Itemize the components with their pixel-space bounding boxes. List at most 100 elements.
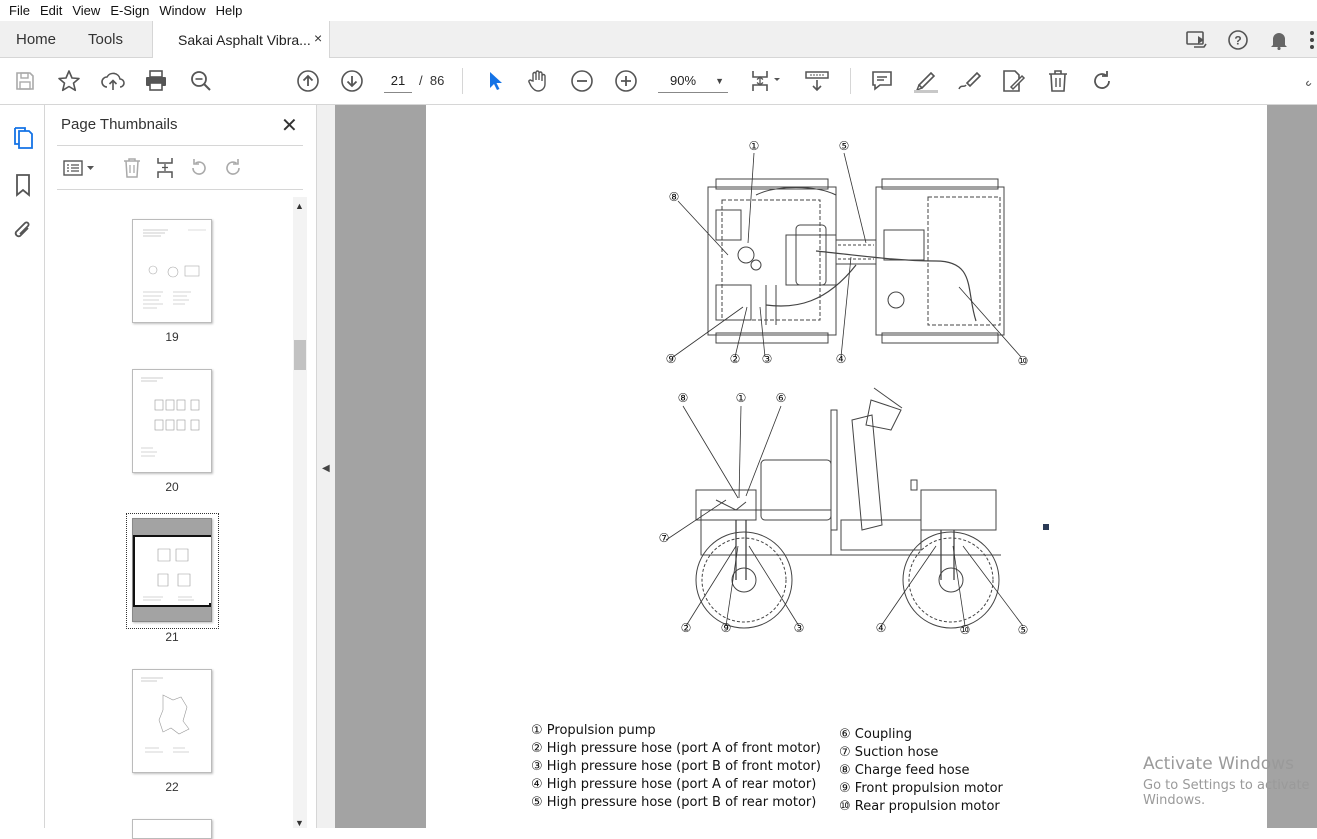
callout-label: ⑧ (669, 190, 680, 204)
tab-home[interactable]: Home (16, 31, 56, 48)
save-icon[interactable] (12, 68, 38, 94)
scroll-up-arrow-icon[interactable]: ▲ (295, 201, 304, 211)
callout-label: ② (681, 621, 692, 635)
tab-bar: Home Tools Sakai Asphalt Vibra... × ? (0, 21, 1317, 58)
upload-cloud-icon[interactable] (100, 68, 126, 94)
legend-item: ⑩ Rear propulsion motor (839, 799, 1000, 814)
legend-item: ⑧ Charge feed hose (839, 763, 970, 778)
notifications-bell-icon[interactable] (1266, 27, 1292, 53)
thumbnail-scrollbar[interactable]: ▲ ▼ (293, 197, 307, 828)
collapse-arrow-icon: ◀ (322, 463, 330, 474)
page-number-input[interactable]: 21 (384, 69, 412, 93)
scrollbar-thumb[interactable] (294, 340, 306, 370)
more-options-icon[interactable] (1307, 27, 1317, 53)
page-marker (1043, 524, 1049, 530)
page-fit-icon[interactable] (748, 68, 784, 94)
tab-document[interactable]: Sakai Asphalt Vibra... × (152, 21, 330, 58)
rotate-redo-icon[interactable] (1089, 68, 1115, 94)
scroll-down-arrow-icon[interactable]: ▼ (295, 818, 304, 828)
callout-label: ⑨ (721, 621, 732, 635)
panel-title: Page Thumbnails (61, 116, 178, 133)
delete-page-icon[interactable] (119, 155, 145, 181)
menu-help[interactable]: Help (211, 3, 248, 18)
callout-label: ③ (794, 621, 805, 635)
legend-item: ⑥ Coupling (839, 727, 913, 742)
panel-collapse-handle[interactable]: ◀ (317, 105, 335, 828)
header-right-icons: ? (1169, 27, 1317, 53)
attachments-paperclip-icon[interactable] (10, 218, 36, 244)
legend-item: ⑤ High pressure hose (port B of rear mot… (531, 795, 817, 810)
thumbnail-page-23[interactable] (132, 819, 212, 839)
callout-label: ⑩ (960, 623, 971, 637)
thumbnail-page-20[interactable] (132, 369, 212, 473)
callout-label: ③ (762, 352, 773, 366)
menu-window[interactable]: Window (154, 3, 210, 18)
page-thumbnails-icon[interactable] (10, 125, 36, 151)
thumbnail-page-21[interactable] (132, 518, 212, 622)
document-viewport[interactable]: ① ⑤ ⑧ ⑨ ② ③ ④ ⑩ ⑧ ① ⑥ ⑦ ② ⑨ ③ ④ ⑩ ⑤ ① Pr… (335, 105, 1317, 828)
callout-label: ⑤ (1018, 623, 1029, 637)
legend-item: ④ High pressure hose (port A of rear mot… (531, 777, 817, 792)
menu-file[interactable]: File (4, 3, 35, 18)
callout-label: ② (730, 352, 741, 366)
zoom-out-icon[interactable] (569, 68, 595, 94)
callout-label: ⑦ (659, 531, 670, 545)
callout-label: ① (749, 139, 760, 153)
share-screen-icon[interactable] (1184, 27, 1210, 53)
zoom-in-icon[interactable] (613, 68, 639, 94)
rotate-counterclockwise-icon[interactable] (186, 155, 212, 181)
select-pointer-icon[interactable] (482, 68, 508, 94)
left-navigation-rail (0, 105, 45, 828)
callout-label: ⑧ (678, 391, 689, 405)
previous-page-icon[interactable] (295, 68, 321, 94)
link-icon[interactable] (1305, 68, 1317, 94)
page-thumbnails-panel: Page Thumbnails ✕ 19 20 21 22 ▲ ▼ (45, 105, 317, 839)
document-page: ① ⑤ ⑧ ⑨ ② ③ ④ ⑩ ⑧ ① ⑥ ⑦ ② ⑨ ③ ④ ⑩ ⑤ ① Pr… (426, 105, 1267, 828)
callout-label: ① (736, 391, 747, 405)
insert-page-icon[interactable] (152, 155, 178, 181)
comment-icon[interactable] (869, 68, 895, 94)
rotate-clockwise-icon[interactable] (220, 155, 246, 181)
callout-label: ⑨ (666, 352, 677, 366)
delete-trash-icon[interactable] (1045, 68, 1071, 94)
hydraulic-top-view-diagram: ① ⑤ ⑧ ⑨ ② ③ ④ ⑩ (666, 139, 1029, 368)
legend-item: ② High pressure hose (port A of front mo… (531, 741, 821, 756)
total-pages: 86 (429, 73, 445, 88)
tab-tools[interactable]: Tools (88, 31, 123, 48)
highlight-pen-icon[interactable] (913, 68, 939, 94)
menu-view[interactable]: View (67, 3, 105, 18)
panel-divider (57, 189, 303, 190)
next-page-icon[interactable] (339, 68, 365, 94)
legend-item: ⑨ Front propulsion motor (839, 781, 1003, 796)
thumbnail-page-22[interactable] (132, 669, 212, 773)
svg-text:?: ? (1234, 34, 1241, 48)
edit-document-icon[interactable] (1001, 68, 1027, 94)
watermark-subtitle: Go to Settings to activate Windows. (1143, 778, 1310, 808)
bookmark-star-icon[interactable] (56, 68, 82, 94)
hydraulic-side-view-diagram: ⑧ ① ⑥ ⑦ ② ⑨ ③ ④ ⑩ ⑤ (659, 387, 1029, 637)
panel-divider (57, 145, 303, 146)
close-panel-button[interactable]: ✕ (281, 113, 298, 138)
find-zoom-icon[interactable] (188, 68, 214, 94)
help-icon[interactable]: ? (1225, 27, 1251, 53)
print-icon[interactable] (143, 68, 169, 94)
menu-esign[interactable]: E-Sign (105, 3, 154, 18)
scroll-mode-icon[interactable] (804, 68, 830, 94)
activate-windows-watermark: Activate Windows Go to Settings to activ… (1143, 754, 1317, 808)
legend-item: ① Propulsion pump (531, 723, 656, 738)
toolbar-divider (462, 68, 463, 94)
watermark-title: Activate Windows (1143, 754, 1294, 774)
thumbnail-options-menu-icon[interactable] (59, 155, 99, 181)
legend-item: ⑦ Suction hose (839, 745, 939, 760)
hand-tool-icon[interactable] (525, 68, 551, 94)
draw-freeform-icon[interactable] (957, 68, 983, 94)
zoom-level-select[interactable]: 90% ▼ (658, 69, 728, 93)
bookmarks-icon[interactable] (10, 172, 36, 198)
main-toolbar: 21 / 86 90% ▼ (0, 58, 1317, 105)
close-tab-button[interactable]: × (314, 30, 322, 46)
callout-label: ④ (836, 352, 847, 366)
menu-edit[interactable]: Edit (35, 3, 67, 18)
zoom-level-value: 90% (670, 73, 697, 88)
thumbnail-page-19[interactable] (132, 219, 212, 323)
thumbnail-label: 19 (165, 330, 179, 344)
